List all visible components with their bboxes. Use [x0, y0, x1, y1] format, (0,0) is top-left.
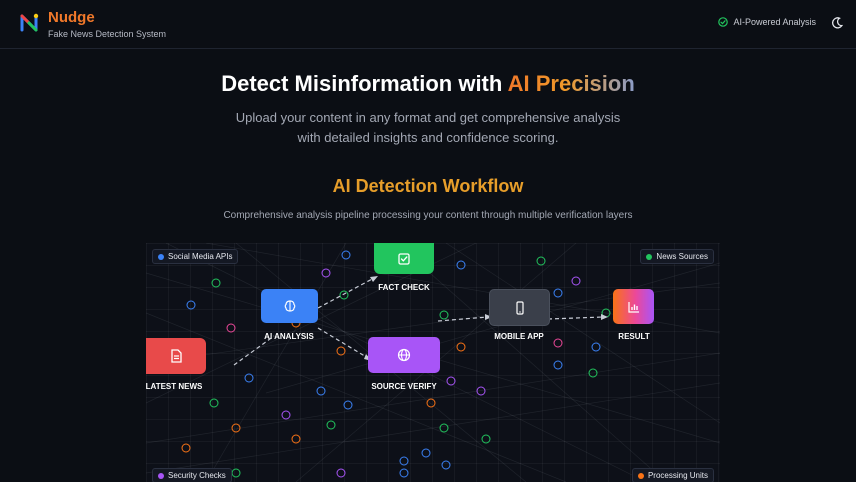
brain-icon — [284, 300, 295, 312]
hero-title-accent: AI Precision — [507, 71, 635, 96]
node-label-mobile-app: MOBILE APP — [494, 332, 544, 341]
hero-title: Detect Misinformation with AI Precision — [0, 71, 856, 97]
brand-subtitle: Fake News Detection System — [48, 29, 167, 39]
node-label-result: RESULT — [618, 332, 650, 341]
app-header: Nudge Fake News Detection System AI-Powe… — [0, 0, 856, 49]
ai-status-badge: AI-Powered Analysis — [718, 17, 816, 27]
orange-dot-icon — [637, 472, 644, 479]
globe-icon — [397, 348, 411, 362]
node-mobile-app[interactable] — [489, 289, 550, 326]
purple-dot-icon — [158, 472, 164, 479]
node-latest-news[interactable] — [146, 338, 206, 374]
nudge-logo[interactable] — [18, 12, 40, 34]
node-label-fact-check: FACT CHECK — [378, 283, 430, 292]
green-dot-icon — [646, 253, 653, 260]
check-circle-icon — [718, 17, 729, 27]
node-label-latest-news: LATEST NEWS — [146, 382, 203, 391]
node-label-ai-analysis: AI ANALYSIS — [264, 332, 314, 341]
label-news-sources: News Sources — [640, 249, 714, 264]
node-label-source-verify: SOURCE VERIFY — [371, 382, 437, 391]
node-source-verify[interactable] — [368, 337, 440, 373]
hero-title-prefix: Detect Misinformation with — [221, 71, 508, 96]
smartphone-icon — [515, 300, 524, 315]
label-social-media-apis: Social Media APIs — [152, 249, 239, 264]
ai-status-label: AI-Powered Analysis — [733, 17, 816, 27]
label-security-checks: Security Checks — [152, 468, 232, 482]
label-processing-units: Processing Units — [631, 468, 714, 482]
workflow-subtitle: Comprehensive analysis pipeline processi… — [223, 210, 633, 221]
blue-dot-icon — [158, 253, 164, 260]
node-ai-analysis[interactable] — [261, 289, 318, 323]
node-result[interactable] — [613, 289, 654, 324]
brand-name[interactable]: Nudge — [48, 9, 95, 26]
moon-icon[interactable] — [830, 16, 844, 30]
node-fact-check[interactable] — [374, 243, 434, 274]
workflow-canvas: Social Media APIs News Sources Security … — [146, 243, 720, 482]
check-square-icon — [398, 252, 410, 265]
hero-subtitle: Upload your content in any format and ge… — [235, 110, 621, 145]
bar-chart-icon — [627, 301, 639, 313]
workflow-title: AI Detection Workflow — [332, 176, 524, 196]
document-icon — [171, 349, 182, 363]
